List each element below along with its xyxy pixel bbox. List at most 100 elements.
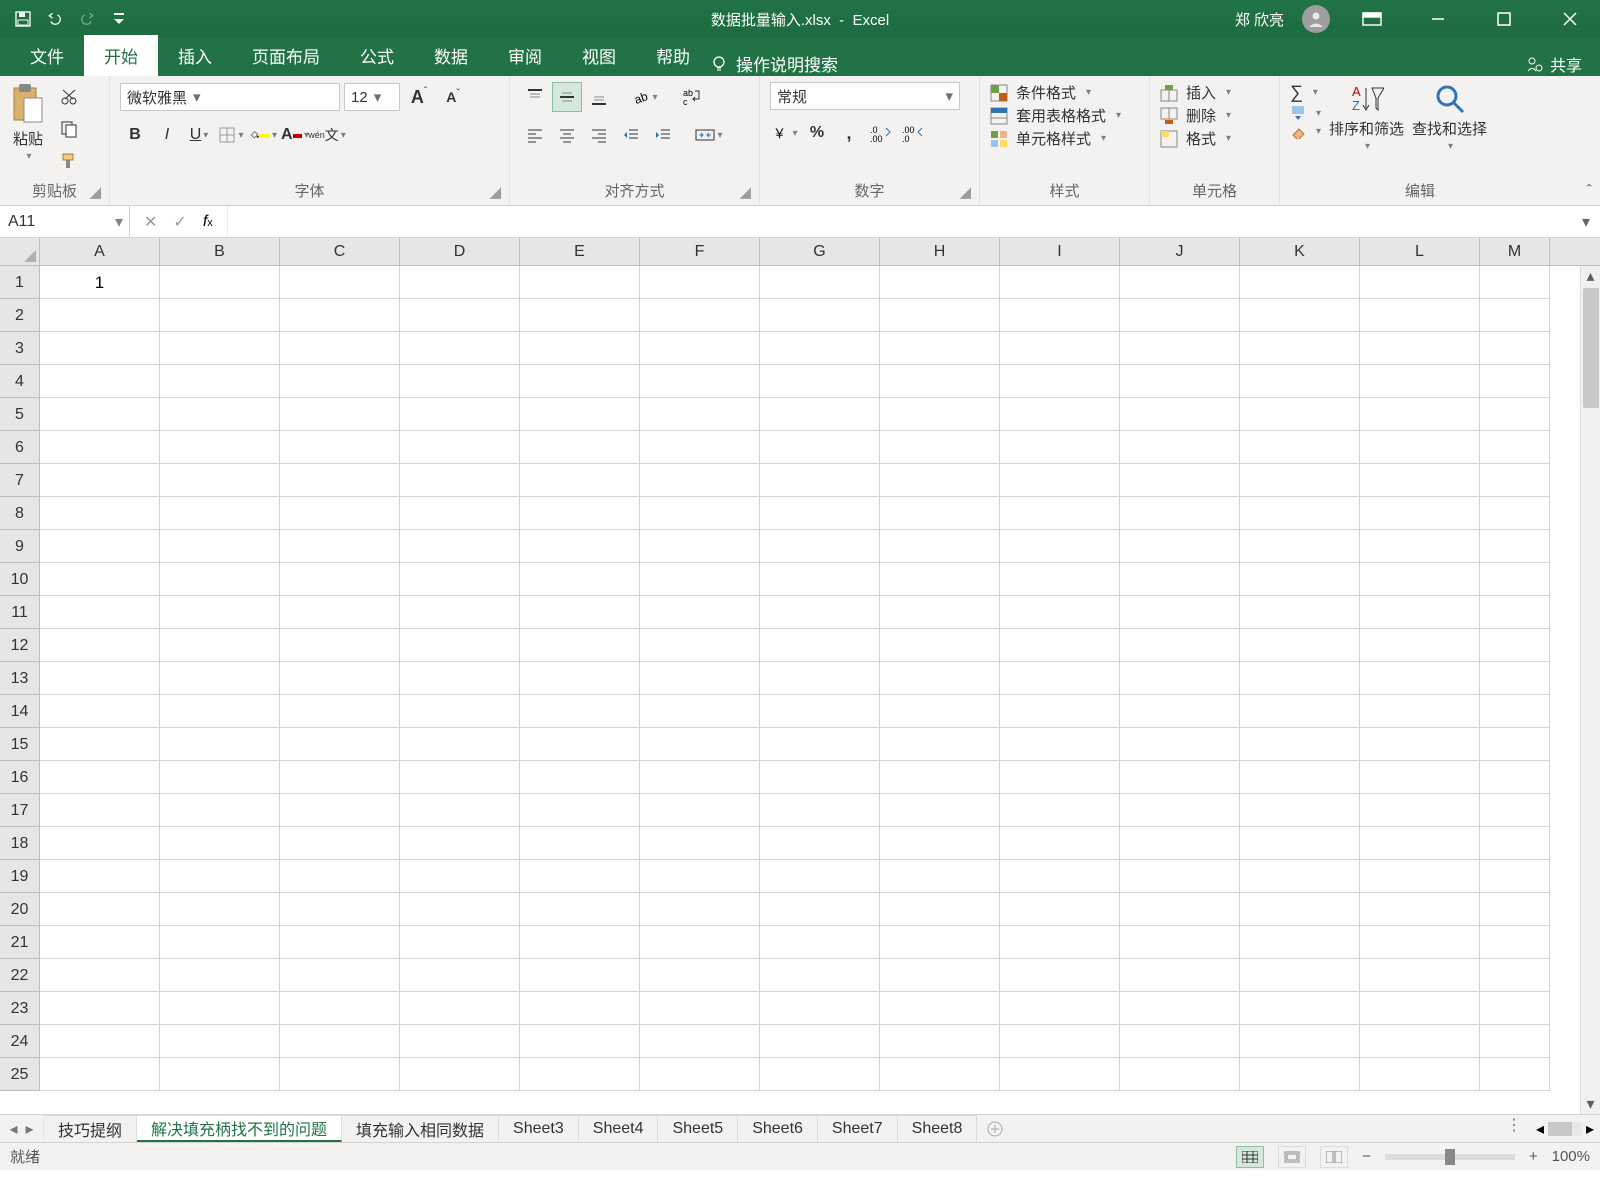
cell[interactable] xyxy=(1000,563,1120,596)
cell[interactable] xyxy=(1240,497,1360,530)
cell[interactable] xyxy=(160,926,280,959)
cell[interactable] xyxy=(1240,596,1360,629)
cell[interactable] xyxy=(280,1025,400,1058)
cell[interactable] xyxy=(1000,266,1120,299)
row-header[interactable]: 15 xyxy=(0,728,40,761)
decrease-indent-button[interactable] xyxy=(616,120,646,150)
scroll-up-icon[interactable]: ▴ xyxy=(1586,266,1594,286)
tab-data[interactable]: 数据 xyxy=(414,35,488,76)
orientation-button[interactable]: ab▾ xyxy=(630,82,660,112)
cell[interactable] xyxy=(1360,299,1480,332)
cell[interactable] xyxy=(520,596,640,629)
cell[interactable] xyxy=(1480,398,1550,431)
cell[interactable] xyxy=(160,332,280,365)
cell[interactable] xyxy=(640,431,760,464)
cell[interactable] xyxy=(640,398,760,431)
cell[interactable] xyxy=(280,266,400,299)
accounting-format-button[interactable]: ￥▾ xyxy=(770,118,800,148)
cell[interactable] xyxy=(880,464,1000,497)
cell[interactable] xyxy=(1120,662,1240,695)
cell[interactable] xyxy=(760,728,880,761)
row-header[interactable]: 12 xyxy=(0,629,40,662)
user-avatar[interactable] xyxy=(1302,5,1330,33)
cell[interactable] xyxy=(1240,1058,1360,1091)
cell[interactable] xyxy=(40,365,160,398)
cell[interactable] xyxy=(280,992,400,1025)
cell[interactable] xyxy=(520,992,640,1025)
cell[interactable] xyxy=(520,299,640,332)
cell[interactable] xyxy=(1000,1025,1120,1058)
cell[interactable] xyxy=(1480,530,1550,563)
cell[interactable] xyxy=(520,695,640,728)
align-top-button[interactable] xyxy=(520,82,550,112)
collapse-ribbon-icon[interactable]: ˆ xyxy=(1587,183,1592,201)
cell[interactable] xyxy=(1360,794,1480,827)
cell[interactable] xyxy=(1000,695,1120,728)
align-bottom-button[interactable] xyxy=(584,82,614,112)
cell[interactable] xyxy=(400,992,520,1025)
cell[interactable] xyxy=(1000,530,1120,563)
cell[interactable]: 1 xyxy=(40,266,160,299)
format-as-table-button[interactable]: 套用表格格式▾ xyxy=(990,105,1139,126)
cell[interactable] xyxy=(760,299,880,332)
cell[interactable] xyxy=(1120,431,1240,464)
cell[interactable] xyxy=(160,728,280,761)
sheet-tab[interactable]: Sheet4 xyxy=(579,1115,659,1142)
row-header[interactable]: 21 xyxy=(0,926,40,959)
cell[interactable] xyxy=(1120,563,1240,596)
cell[interactable] xyxy=(1120,893,1240,926)
cell[interactable] xyxy=(400,860,520,893)
row-header[interactable]: 9 xyxy=(0,530,40,563)
underline-button[interactable]: U▾ xyxy=(184,120,214,150)
cell[interactable] xyxy=(1000,332,1120,365)
row-header[interactable]: 1 xyxy=(0,266,40,299)
save-icon[interactable] xyxy=(14,10,32,28)
cell[interactable] xyxy=(400,299,520,332)
cell[interactable] xyxy=(1480,794,1550,827)
cell[interactable] xyxy=(400,662,520,695)
cell-styles-button[interactable]: 单元格样式▾ xyxy=(990,128,1139,149)
cell[interactable] xyxy=(760,761,880,794)
cell[interactable] xyxy=(40,992,160,1025)
paste-button[interactable]: 粘贴 ▾ xyxy=(10,82,46,162)
row-header[interactable]: 25 xyxy=(0,1058,40,1091)
cell[interactable] xyxy=(1360,1058,1480,1091)
cell[interactable] xyxy=(1000,299,1120,332)
tell-me-search[interactable]: 操作说明搜索 xyxy=(710,51,838,76)
row-header[interactable]: 3 xyxy=(0,332,40,365)
column-header[interactable]: E xyxy=(520,238,640,265)
cell[interactable] xyxy=(280,530,400,563)
cell[interactable] xyxy=(520,497,640,530)
cell[interactable] xyxy=(520,365,640,398)
cell[interactable] xyxy=(1360,332,1480,365)
row-header[interactable]: 8 xyxy=(0,497,40,530)
cell[interactable] xyxy=(520,926,640,959)
cell[interactable] xyxy=(1000,464,1120,497)
cell[interactable] xyxy=(1480,563,1550,596)
cell[interactable] xyxy=(1480,299,1550,332)
cell[interactable] xyxy=(760,1025,880,1058)
column-header[interactable]: B xyxy=(160,238,280,265)
cell[interactable] xyxy=(400,530,520,563)
cell[interactable] xyxy=(40,959,160,992)
cell[interactable] xyxy=(760,464,880,497)
cell[interactable] xyxy=(880,893,1000,926)
cell[interactable] xyxy=(40,1058,160,1091)
cell[interactable] xyxy=(760,959,880,992)
cell[interactable] xyxy=(880,827,1000,860)
cell[interactable] xyxy=(880,695,1000,728)
merge-center-button[interactable]: ▾ xyxy=(694,120,724,150)
cell[interactable] xyxy=(400,959,520,992)
cell[interactable] xyxy=(640,629,760,662)
tab-split-icon[interactable]: ⋮ xyxy=(1498,1115,1530,1142)
cell[interactable] xyxy=(1240,827,1360,860)
align-middle-button[interactable] xyxy=(552,82,582,112)
cell[interactable] xyxy=(760,827,880,860)
cell[interactable] xyxy=(1120,926,1240,959)
cell[interactable] xyxy=(880,860,1000,893)
cell[interactable] xyxy=(280,794,400,827)
tab-file[interactable]: 文件 xyxy=(10,35,84,76)
column-header[interactable]: C xyxy=(280,238,400,265)
align-left-button[interactable] xyxy=(520,120,550,150)
cell[interactable] xyxy=(1480,926,1550,959)
